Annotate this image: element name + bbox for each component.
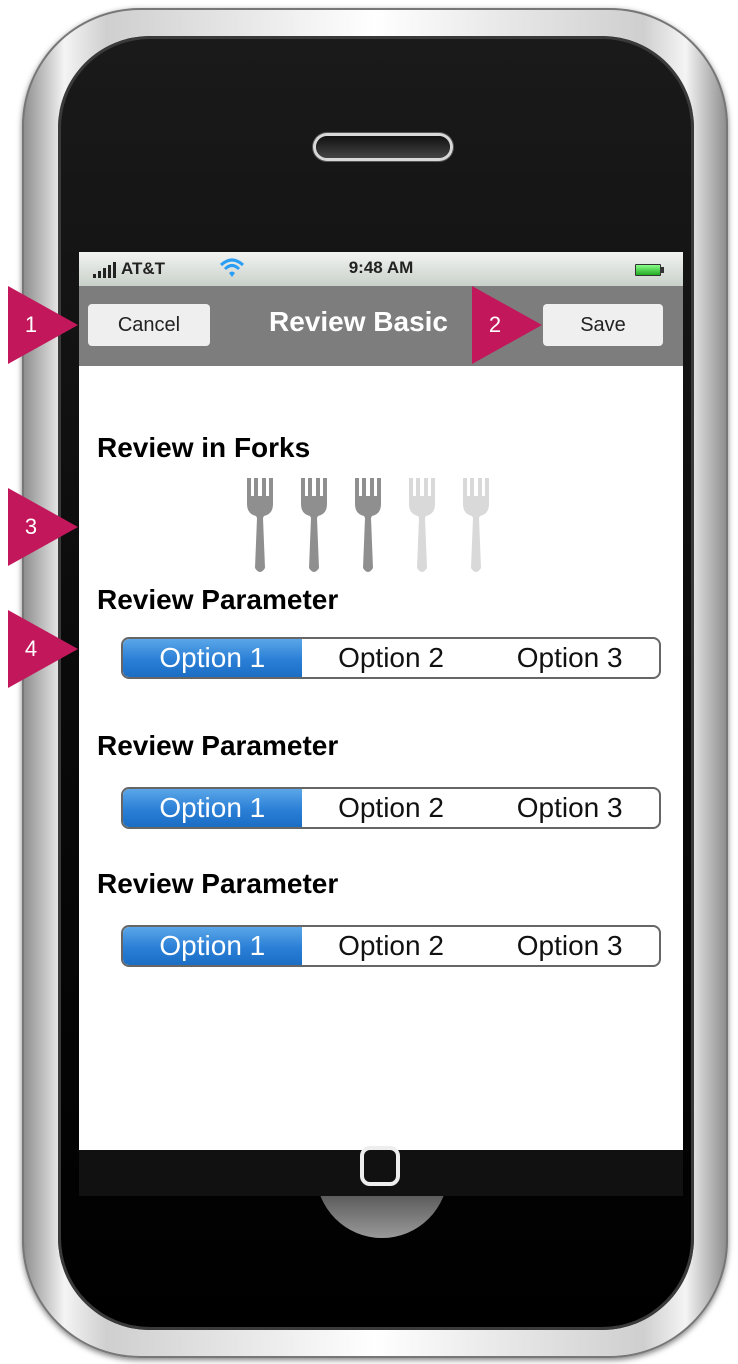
battery-icon — [635, 264, 664, 276]
param-heading-1: Review Parameter — [97, 584, 339, 615]
segment-option-3[interactable]: Option 3 — [480, 639, 659, 677]
segment-option-1[interactable]: Option 1 — [123, 927, 302, 965]
fork-icon[interactable] — [299, 478, 329, 576]
home-square-icon — [360, 1146, 400, 1186]
param-heading-2: Review Parameter — [97, 730, 339, 761]
annotation-marker-2: 2 — [472, 286, 542, 364]
fork-icon[interactable] — [461, 478, 491, 576]
param-heading-3: Review Parameter — [97, 868, 339, 899]
segment-option-1[interactable]: Option 1 — [123, 789, 302, 827]
page-title: Review Basic — [269, 306, 448, 337]
segment-option-2[interactable]: Option 2 — [302, 639, 481, 677]
segmented-control-3[interactable]: Option 1 Option 2 Option 3 — [121, 925, 661, 967]
segment-option-1[interactable]: Option 1 — [123, 639, 302, 677]
status-bar: AT&T 9:48 AM — [79, 252, 683, 286]
segment-option-3[interactable]: Option 3 — [480, 927, 659, 965]
annotation-marker-1: 1 — [8, 286, 78, 364]
fork-icon[interactable] — [407, 478, 437, 576]
segmented-control-2[interactable]: Option 1 Option 2 Option 3 — [121, 787, 661, 829]
status-time: 9:48 AM — [348, 258, 414, 277]
segmented-control-1[interactable]: Option 1 Option 2 Option 3 — [121, 637, 661, 679]
fork-icon[interactable] — [353, 478, 383, 576]
fork-rating[interactable] — [245, 478, 491, 576]
forks-heading: Review in Forks — [97, 432, 311, 463]
annotation-marker-4: 4 — [8, 610, 78, 688]
cancel-button[interactable]: Cancel — [88, 304, 210, 346]
fork-icon[interactable] — [245, 478, 275, 576]
navigation-bar: Cancel Review Basic Save — [79, 286, 683, 366]
phone-screen: AT&T 9:48 AM Cancel Review Basic Save Re… — [79, 252, 683, 1150]
segment-option-2[interactable]: Option 2 — [302, 789, 481, 827]
segment-option-2[interactable]: Option 2 — [302, 927, 481, 965]
segment-option-3[interactable]: Option 3 — [480, 789, 659, 827]
annotation-marker-3: 3 — [8, 488, 78, 566]
speaker-icon — [316, 136, 450, 158]
save-button[interactable]: Save — [543, 304, 663, 346]
